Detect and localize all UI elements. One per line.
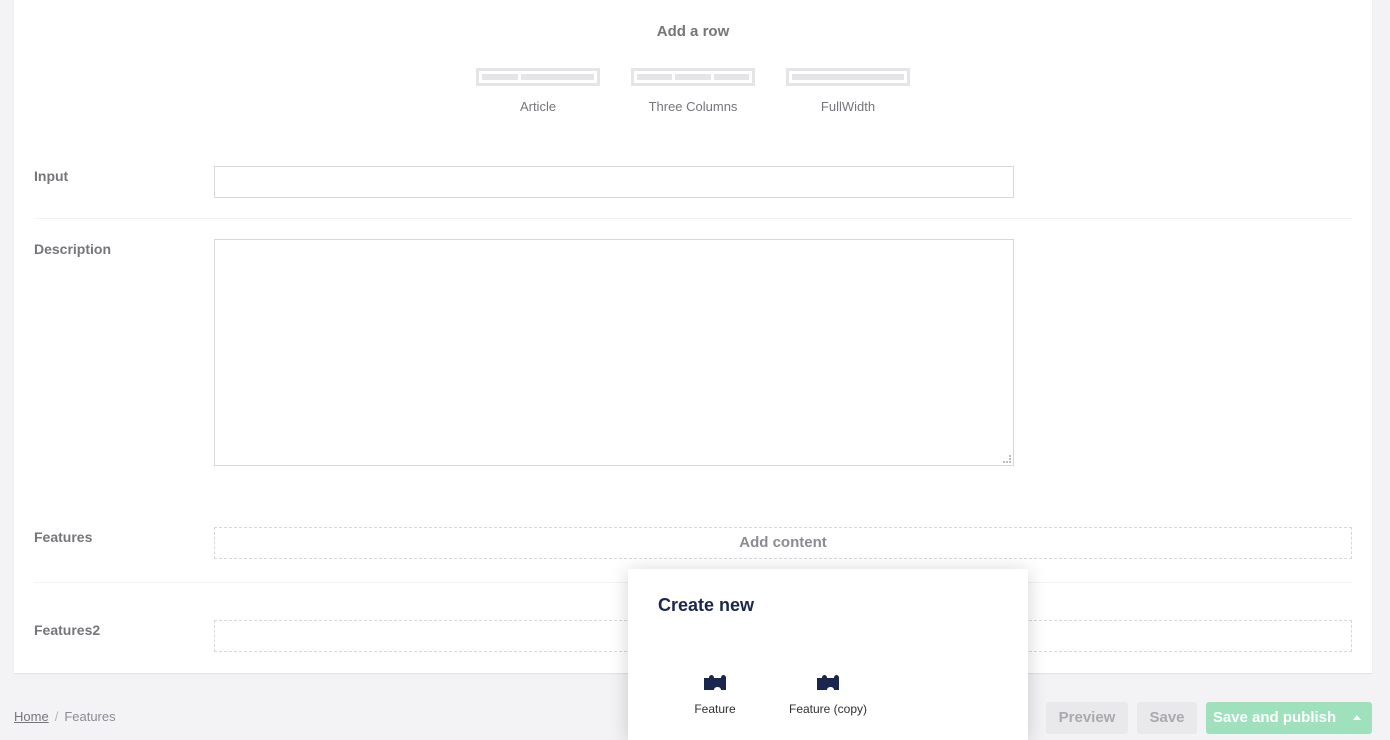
layout-option-label: FullWidth <box>820 99 876 114</box>
layout-option-article[interactable]: Article <box>475 68 601 114</box>
features-label: Features <box>34 529 93 545</box>
layout-option-label: Three Columns <box>648 99 738 114</box>
description-textarea[interactable] <box>214 239 1014 466</box>
resize-handle-icon[interactable] <box>1003 455 1011 463</box>
puzzle-icon <box>817 675 839 690</box>
publish-options-button[interactable] <box>1343 702 1372 734</box>
breadcrumb: Home / Features <box>14 709 116 724</box>
divider <box>34 218 1352 219</box>
create-feature-copy-item[interactable]: Feature (copy) <box>773 673 883 716</box>
layout-option-fullwidth[interactable]: FullWidth <box>785 68 911 114</box>
breadcrumb-current: Features <box>64 709 116 724</box>
preview-button[interactable]: Preview <box>1046 702 1128 734</box>
dialog-title: Create new <box>658 595 755 615</box>
save-and-publish-button[interactable]: Save and publish <box>1206 702 1343 734</box>
create-new-dialog: Create new Feature Feature (copy) <box>628 569 1028 740</box>
item-label: Feature (copy) <box>788 702 868 716</box>
input-label: Input <box>34 168 69 184</box>
caret-up-icon <box>1353 715 1361 720</box>
layout-article-icon <box>476 68 600 86</box>
features2-label: Features2 <box>34 622 101 638</box>
item-label: Feature <box>694 702 736 716</box>
input-field[interactable] <box>214 166 1014 198</box>
add-row-title: Add a row <box>656 23 730 40</box>
save-button[interactable]: Save <box>1137 702 1197 734</box>
features-add-content-button[interactable]: Add content <box>214 527 1352 559</box>
breadcrumb-separator: / <box>54 709 59 724</box>
layout-fullwidth-icon <box>786 68 910 86</box>
breadcrumb-home-link[interactable]: Home <box>14 709 49 724</box>
layout-option-three-columns[interactable]: Three Columns <box>630 68 756 114</box>
layout-option-label: Article <box>519 99 557 114</box>
create-feature-item[interactable]: Feature <box>660 673 770 716</box>
puzzle-icon <box>704 675 726 690</box>
layout-three-columns-icon <box>631 68 755 86</box>
description-label: Description <box>34 241 112 257</box>
